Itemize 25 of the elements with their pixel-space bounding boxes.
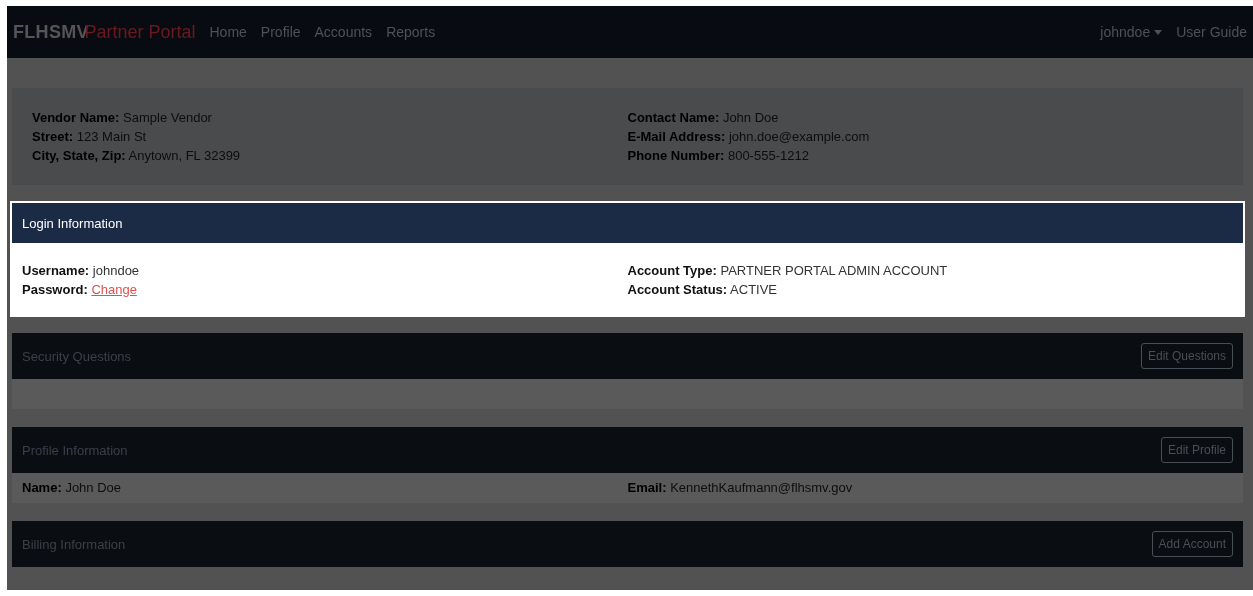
section-title: Login Information xyxy=(22,215,123,231)
info-field: E-Mail Address: john.doe@example.com xyxy=(627,129,1223,144)
section-button[interactable]: Add Account xyxy=(1151,531,1233,557)
section-button[interactable]: Edit Profile xyxy=(1160,437,1233,463)
brand-logo[interactable]: FLHSMV xyxy=(13,21,89,42)
nav-link[interactable]: Profile xyxy=(260,24,301,40)
info-field: Account Status: ACTIVE xyxy=(627,282,1233,297)
info-field: Contact Name: John Doe xyxy=(627,110,1223,125)
section-button[interactable]: Edit Questions xyxy=(1140,343,1233,369)
nav-link[interactable]: Home xyxy=(209,24,247,40)
info-field: Name: John Doe xyxy=(22,480,628,495)
info-field: Street: 123 Main St xyxy=(32,129,628,144)
info-field: Phone Number: 800-555-1212 xyxy=(627,148,1223,163)
change-link[interactable]: Change xyxy=(91,282,137,297)
info-field: City, State, Zip: Anytown, FL 32399 xyxy=(32,148,628,163)
nav-link[interactable]: Accounts xyxy=(314,24,373,40)
caret-icon xyxy=(1154,29,1163,35)
info-field: Username: johndoe xyxy=(22,263,628,278)
info-field: Account Type: PARTNER PORTAL ADMIN ACCOUNT xyxy=(627,263,1233,278)
user-menu[interactable]: johndoe xyxy=(1100,24,1163,40)
info-field: Vendor Name: Sample Vendor xyxy=(32,110,628,125)
nav-link[interactable]: Reports xyxy=(386,24,436,40)
info-field: Email: KennethKaufmann@flhsmv.gov xyxy=(627,480,1233,495)
password-field: Password: Change xyxy=(22,282,628,297)
nav-link[interactable]: User Guide xyxy=(1176,24,1247,40)
